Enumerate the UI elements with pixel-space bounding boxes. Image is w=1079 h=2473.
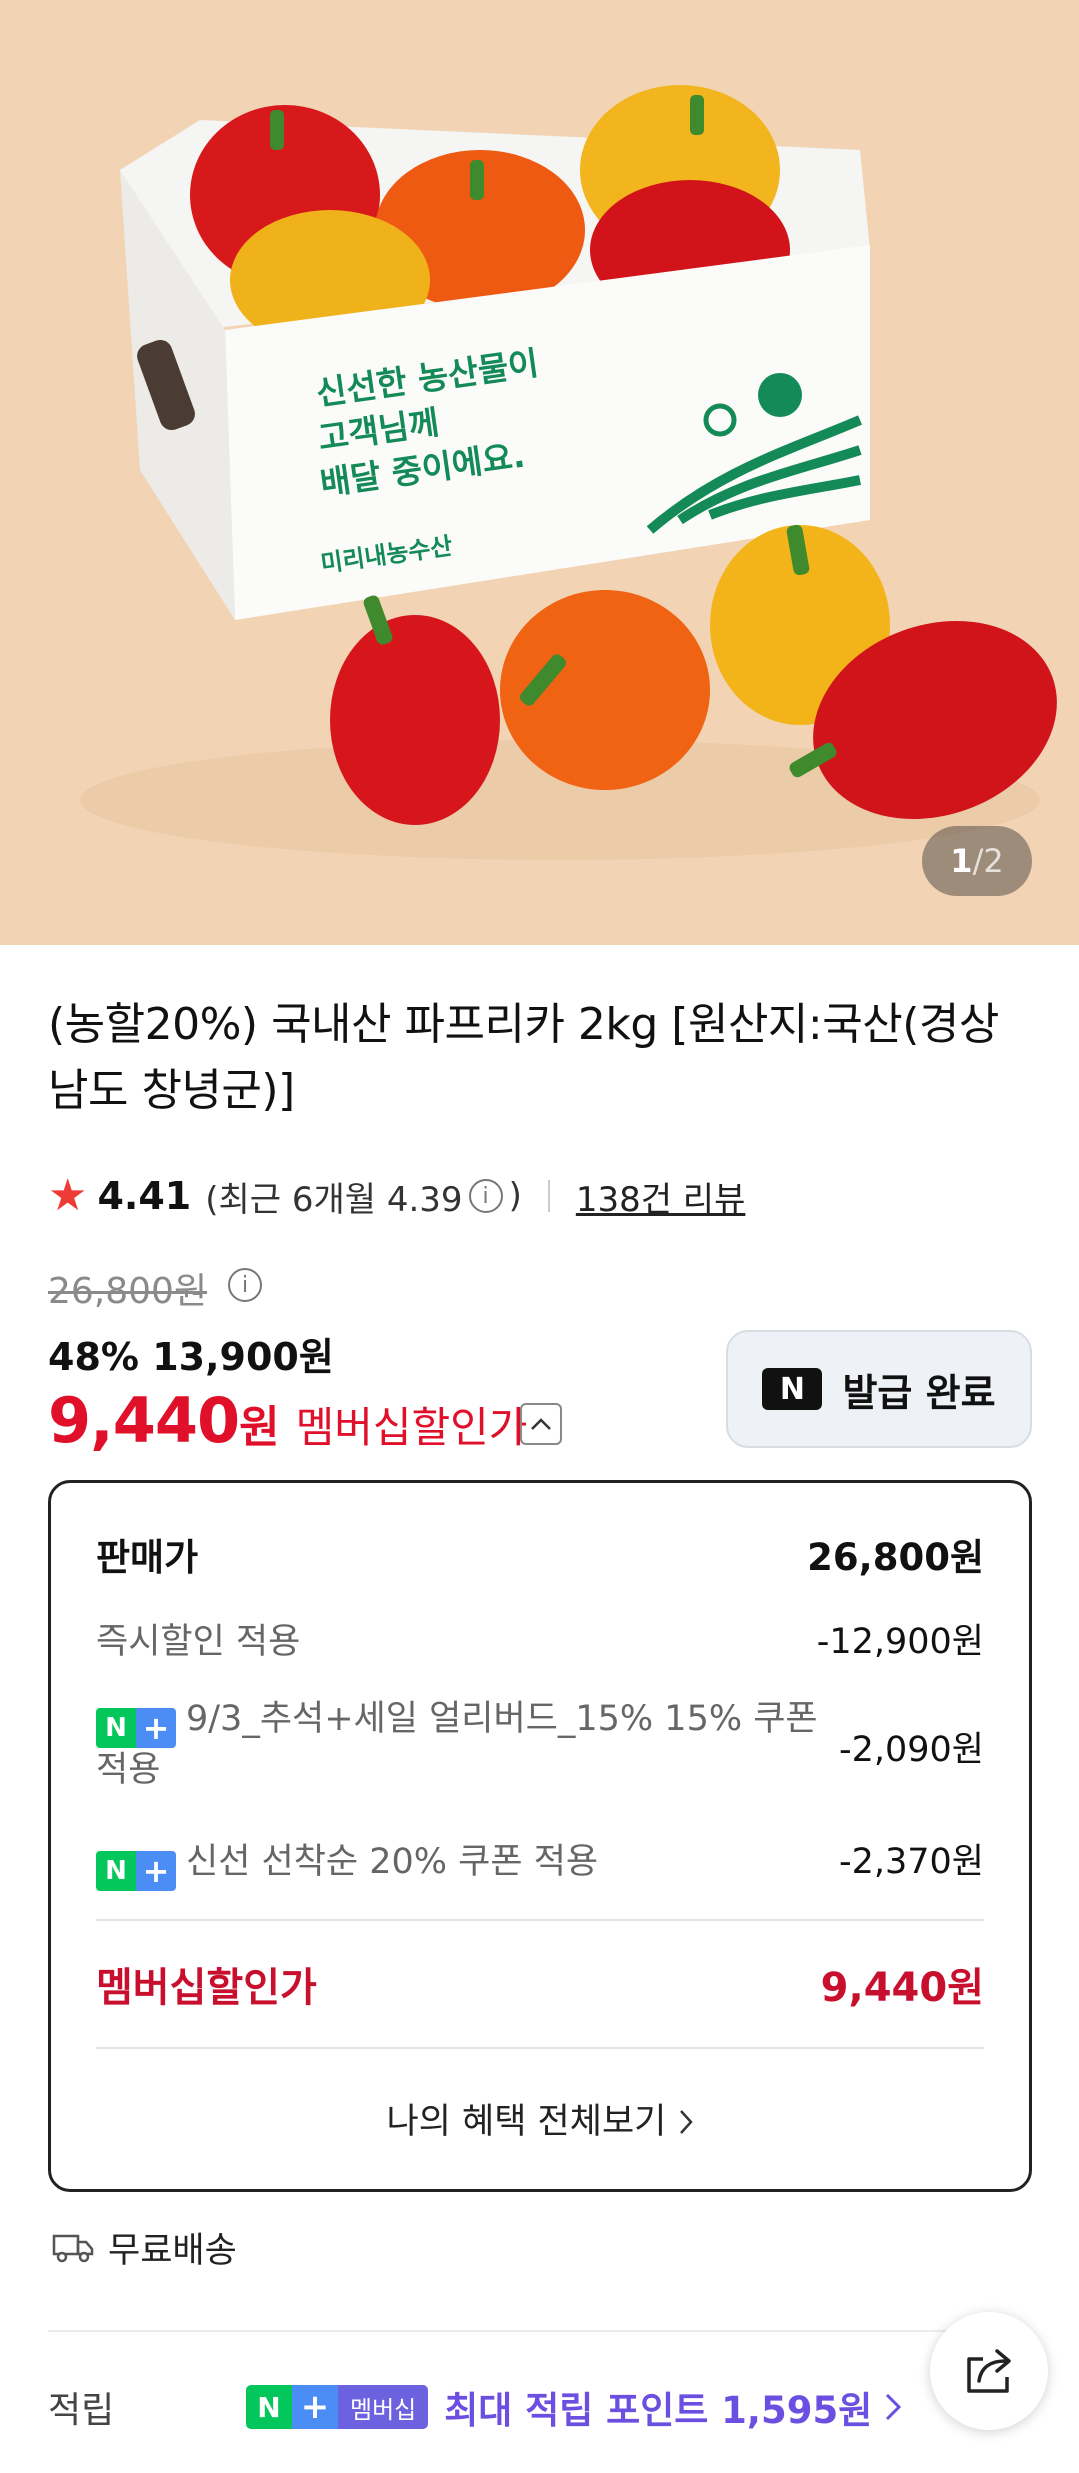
benefit-header-value: 26,800원	[807, 1536, 984, 1579]
divider	[48, 2330, 1032, 2332]
shipping-row: 무료배송	[52, 2222, 237, 2273]
member-price-won: 원	[239, 1402, 280, 1453]
benefit-row-label: N +9/3_추석+세일 얼리버드_15% 15% 쿠폰 적용	[96, 1699, 818, 1790]
benefit-row-label: 즉시할인 적용	[96, 1622, 301, 1662]
divider	[96, 2047, 984, 2049]
view-all-benefits-link[interactable]: 나의 혜택 전체보기	[51, 2093, 1029, 2144]
view-all-benefits-label: 나의 혜택 전체보기	[386, 2102, 667, 2142]
share-icon	[967, 2349, 1011, 2393]
discount-rate: 48%	[48, 1335, 139, 1379]
member-price: 9,440 원 멤버십할인가	[48, 1384, 527, 1457]
price-info-icon[interactable]: i	[228, 1268, 262, 1302]
image-counter-separator: /	[972, 842, 984, 880]
chevron-up-icon[interactable]	[520, 1403, 562, 1445]
info-icon[interactable]: i	[468, 1179, 503, 1213]
recent-rating-close: )	[508, 1176, 522, 1216]
coupon-issued-button[interactable]: N 발급 완료	[726, 1330, 1032, 1448]
benefit-breakdown: 판매가 26,800원 즉시할인 적용 -12,900원 N +9/3_추석+세일…	[48, 1480, 1032, 2192]
benefit-row-label: N + 신선 선착순 20% 쿠폰 적용	[96, 1833, 598, 1891]
divider	[96, 1919, 984, 1921]
benefit-row: N + 신선 선착순 20% 쿠폰 적용 -2,370원	[96, 1833, 984, 1891]
benefit-row-value: -2,370원	[838, 1842, 984, 1882]
original-price: 26,800원	[48, 1271, 208, 1312]
shipping-label: 무료배송	[108, 2231, 237, 2271]
sale-price-line: 48% 13,900원	[48, 1326, 334, 1381]
benefit-header-row: 판매가 26,800원	[96, 1527, 984, 1581]
naver-n-icon: N	[762, 1368, 823, 1410]
max-points-text: 최대 적립 포인트 1,595원	[444, 2389, 873, 2432]
sale-price: 13,900원	[152, 1335, 334, 1379]
naver-plus-membership-badge-icon: N + 멤버십	[246, 2385, 429, 2429]
benefit-total-row: 멤버십할인가 9,440원	[96, 1955, 984, 2013]
image-page-indicator: 1 / 2	[922, 826, 1032, 896]
product-title: (농할20%) 국내산 파프리카 2kg [원산지:국산(경상남도 창녕군)]	[48, 999, 999, 1116]
benefit-total-label: 멤버십할인가	[96, 1965, 317, 2011]
truck-icon	[52, 2234, 94, 2262]
earn-points-row[interactable]: 적립 N + 멤버십 최대 적립 포인트 1,595원	[48, 2380, 948, 2434]
image-counter-total: 2	[983, 842, 1004, 880]
paprika-box-illustration: 신선한 농산물이 고객님께 배달 중이에요. 미리내농수산	[0, 0, 1079, 945]
naver-plus-badge-icon: N +	[96, 1851, 176, 1891]
recent-rating: (최근 6개월 4.39 i )	[205, 1172, 522, 1221]
benefit-header-label: 판매가	[96, 1536, 199, 1579]
review-count-link[interactable]: 138건 리뷰	[576, 1172, 746, 1221]
star-icon: ★	[48, 1170, 88, 1221]
benefit-row-value: -12,900원	[816, 1622, 984, 1662]
chevron-right-icon	[886, 2393, 902, 2421]
benefit-row: N +9/3_추석+세일 얼리버드_15% 15% 쿠폰 적용 -2,090원	[96, 1697, 984, 1792]
benefit-row-value: -2,090원	[838, 1730, 984, 1770]
rating-row: ★ 4.41 (최근 6개월 4.39 i ) 138건 리뷰	[48, 1168, 745, 1224]
benefit-row: 즉시할인 적용 -12,900원	[96, 1613, 984, 1664]
member-price-label: 멤버십할인가	[295, 1403, 528, 1452]
product-image[interactable]: 신선한 농산물이 고객님께 배달 중이에요. 미리내농수산 1 / 2	[0, 0, 1079, 945]
coupon-button-label: 발급 완료	[842, 1370, 996, 1415]
recent-rating-text: (최근 6개월 4.39	[205, 1179, 463, 1220]
rating-value: 4.41	[97, 1174, 192, 1218]
image-counter-current: 1	[950, 842, 973, 880]
member-price-number: 9,440	[48, 1384, 240, 1457]
chevron-right-icon	[679, 2110, 693, 2134]
earn-label: 적립	[48, 2390, 115, 2431]
benefit-total-value: 9,440원	[820, 1965, 984, 2011]
share-button[interactable]	[930, 2312, 1048, 2430]
naver-plus-badge-icon: N +	[96, 1708, 176, 1748]
divider	[547, 1180, 550, 1212]
